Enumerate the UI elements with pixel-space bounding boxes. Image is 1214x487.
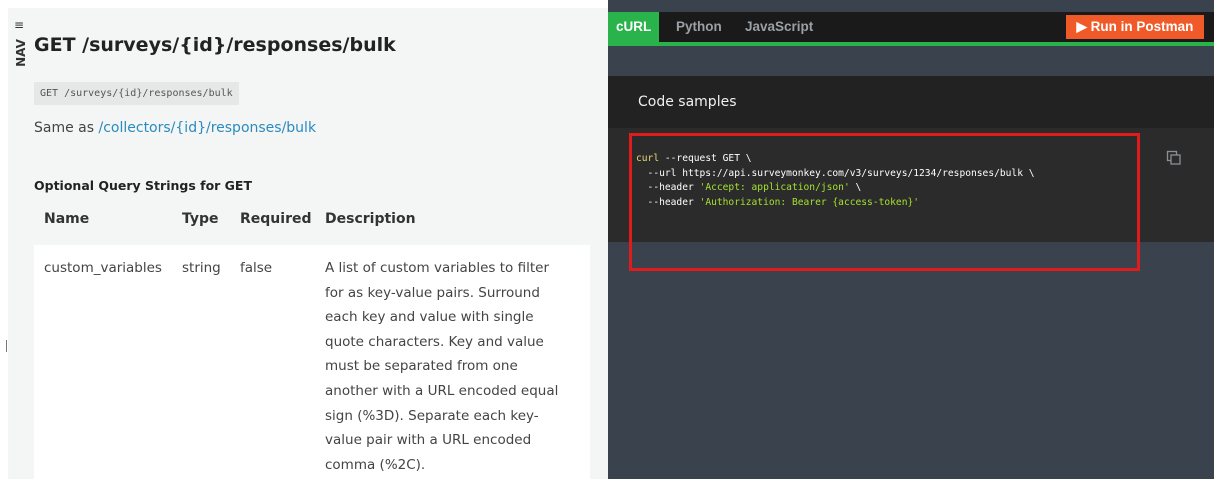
table-row: custom_variables string false A list of … (34, 245, 590, 487)
code-toolbar-strip (608, 46, 1214, 76)
tab-python[interactable]: Python (676, 12, 722, 42)
description-line: A list of custom variables to filter (325, 260, 549, 276)
description-line: for as key-value pairs. Surround (325, 284, 540, 301)
optional-query-heading: Optional Query Strings for GET (34, 178, 252, 193)
description-line: must be separated from one (325, 358, 518, 375)
collectors-bulk-link[interactable]: /collectors/{id}/responses/bulk (99, 120, 317, 136)
column-header-type: Type (182, 211, 219, 227)
column-header-name: Name (44, 211, 90, 227)
page-title: GET /surveys/{id}/responses/bulk (34, 34, 396, 56)
tab-curl[interactable]: cURL (608, 12, 660, 42)
docs-panel: ≡ NAV GET /surveys/{id}/responses/bulk G… (0, 0, 608, 487)
endpoint-code: GET /surveys/{id}/responses/bulk (34, 82, 239, 105)
description-line: comma (%2C). (325, 456, 426, 473)
same-as-text: Same as /collectors/{id}/responses/bulk (34, 120, 316, 136)
highlight-box (629, 133, 1140, 271)
docs-content: ≡ NAV GET /surveys/{id}/responses/bulk G… (8, 8, 608, 487)
scroll-indicator[interactable] (6, 340, 7, 352)
nav-label: NAV (14, 39, 28, 67)
cell-type: string (182, 260, 221, 276)
code-samples-title: Code samples (638, 94, 737, 110)
description-line: another with a URL encoded equal (325, 382, 559, 399)
same-as-prefix: Same as (34, 120, 99, 136)
tab-javascript[interactable]: JavaScript (745, 12, 813, 42)
column-header-required: Required (240, 211, 312, 227)
cell-required: false (240, 260, 273, 276)
description-line: sign (%3D). Separate each key- (325, 407, 539, 424)
run-in-postman-button[interactable]: ▶ Run in Postman (1066, 15, 1204, 39)
copy-icon[interactable] (1166, 150, 1182, 166)
description-line: quote characters. Key and value (325, 333, 544, 350)
column-header-description: Description (325, 211, 416, 227)
description-line: value pair with a URL encoded (325, 432, 532, 449)
description-line: each key and value with single (325, 309, 534, 326)
menu-icon: ≡ (14, 18, 25, 32)
code-samples-header: Code samples (608, 76, 1214, 128)
cell-description: A list of custom variables to filter for… (325, 256, 565, 477)
nav-toggle[interactable]: ≡ NAV (12, 18, 32, 70)
cell-name: custom_variables (44, 260, 162, 276)
